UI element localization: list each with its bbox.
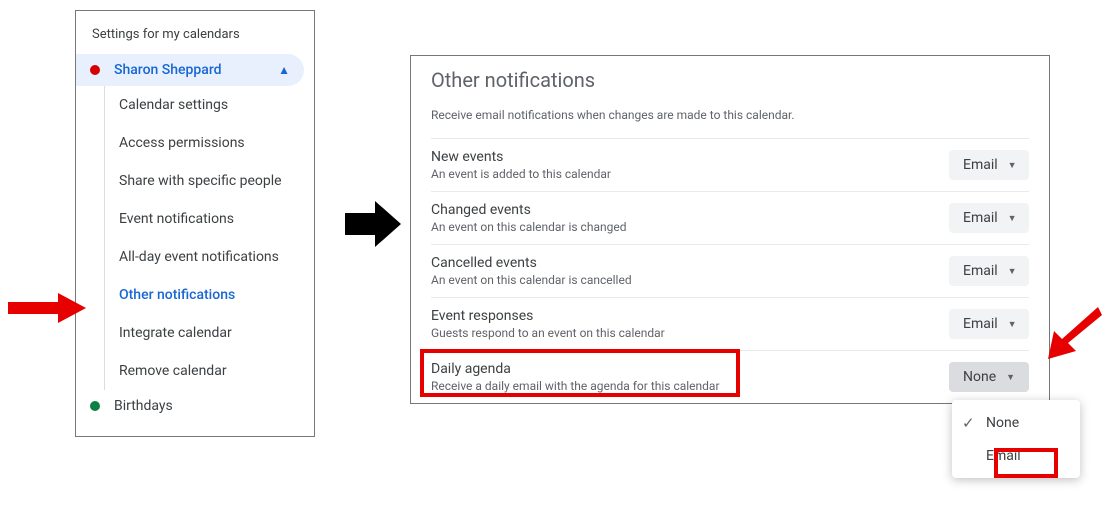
caret-down-icon: ▼ bbox=[1008, 266, 1017, 277]
sidebar-heading: Settings for my calendars bbox=[76, 19, 314, 54]
sidebar-item-integrate[interactable]: Integrate calendar bbox=[105, 314, 314, 352]
sidebar-item-remove[interactable]: Remove calendar bbox=[105, 352, 314, 390]
caret-down-icon: ▼ bbox=[1006, 372, 1015, 383]
other-notifications-panel: Other notifications Receive email notifi… bbox=[410, 55, 1050, 404]
chevron-up-icon: ▲ bbox=[278, 63, 290, 77]
notif-row-event-responses: Event responses Guests respond to an eve… bbox=[431, 297, 1029, 350]
notif-title: Changed events bbox=[431, 202, 949, 218]
calendar-item-birthdays[interactable]: Birthdays bbox=[76, 390, 314, 422]
notif-row-changed-events: Changed events An event on this calendar… bbox=[431, 191, 1029, 244]
notif-label: Cancelled events An event on this calend… bbox=[431, 255, 949, 287]
caret-down-icon: ▼ bbox=[1008, 213, 1017, 224]
calendar-name: Birthdays bbox=[114, 398, 173, 414]
calendar-color-dot bbox=[90, 65, 100, 75]
notif-label: New events An event is added to this cal… bbox=[431, 149, 949, 181]
sidebar-item-event-notifications[interactable]: Event notifications bbox=[105, 200, 314, 238]
notif-row-new-events: New events An event is added to this cal… bbox=[431, 138, 1029, 191]
notif-label: Daily agenda Receive a daily email with … bbox=[431, 361, 949, 393]
sidebar-item-allday-notifications[interactable]: All-day event notifications bbox=[105, 238, 314, 276]
settings-sidebar: Settings for my calendars Sharon Sheppar… bbox=[75, 10, 315, 437]
notif-sub: An event is added to this calendar bbox=[431, 167, 949, 181]
dropdown-option-email[interactable]: Email bbox=[952, 440, 1080, 472]
notif-select-value: Email bbox=[963, 210, 998, 226]
sidebar-item-access-permissions[interactable]: Access permissions bbox=[105, 124, 314, 162]
notif-select-daily-agenda[interactable]: None ▼ bbox=[949, 362, 1029, 392]
notif-title: Cancelled events bbox=[431, 255, 949, 271]
caret-down-icon: ▼ bbox=[1008, 160, 1017, 171]
notif-row-cancelled-events: Cancelled events An event on this calend… bbox=[431, 244, 1029, 297]
panel-description: Receive email notifications when changes… bbox=[431, 108, 1029, 122]
dropdown-option-label: None bbox=[986, 415, 1019, 431]
notif-select-new-events[interactable]: Email ▼ bbox=[949, 150, 1029, 180]
notif-title: Daily agenda bbox=[431, 361, 949, 377]
notif-title: Event responses bbox=[431, 308, 949, 324]
sidebar-item-calendar-settings[interactable]: Calendar settings bbox=[105, 86, 314, 124]
dropdown-option-label: Email bbox=[986, 448, 1021, 464]
calendar-color-dot bbox=[90, 401, 100, 411]
sidebar-item-other-notifications[interactable]: Other notifications bbox=[105, 276, 314, 314]
notif-select-value: Email bbox=[963, 263, 998, 279]
notif-select-value: Email bbox=[963, 157, 998, 173]
caret-down-icon: ▼ bbox=[1008, 319, 1017, 330]
sidebar-item-share[interactable]: Share with specific people bbox=[105, 162, 314, 200]
calendar-subitems: Calendar settings Access permissions Sha… bbox=[104, 86, 314, 390]
notif-select-changed-events[interactable]: Email ▼ bbox=[949, 203, 1029, 233]
notif-sub: Receive a daily email with the agenda fo… bbox=[431, 379, 949, 393]
annotation-arrow-red-sidebar bbox=[8, 293, 86, 323]
calendar-item-sharon[interactable]: Sharon Sheppard ▲ bbox=[76, 54, 304, 86]
check-icon: ✓ bbox=[962, 414, 986, 432]
annotation-arrow-red-dropdown bbox=[1042, 305, 1102, 365]
notif-title: New events bbox=[431, 149, 949, 165]
notif-select-value: None bbox=[963, 369, 996, 385]
notif-label: Event responses Guests respond to an eve… bbox=[431, 308, 949, 340]
panel-title: Other notifications bbox=[431, 68, 1029, 92]
calendar-name: Sharon Sheppard bbox=[114, 62, 222, 78]
annotation-arrow-black bbox=[345, 199, 403, 249]
notif-label: Changed events An event on this calendar… bbox=[431, 202, 949, 234]
notif-sub: An event on this calendar is changed bbox=[431, 220, 949, 234]
dropdown-option-none[interactable]: ✓ None bbox=[952, 406, 1080, 440]
notif-select-value: Email bbox=[963, 316, 998, 332]
notif-select-cancelled-events[interactable]: Email ▼ bbox=[949, 256, 1029, 286]
notif-select-event-responses[interactable]: Email ▼ bbox=[949, 309, 1029, 339]
notif-value-dropdown: ✓ None Email bbox=[952, 400, 1080, 478]
notif-row-daily-agenda: Daily agenda Receive a daily email with … bbox=[431, 350, 1029, 403]
notif-sub: Guests respond to an event on this calen… bbox=[431, 326, 949, 340]
notif-sub: An event on this calendar is cancelled bbox=[431, 273, 949, 287]
